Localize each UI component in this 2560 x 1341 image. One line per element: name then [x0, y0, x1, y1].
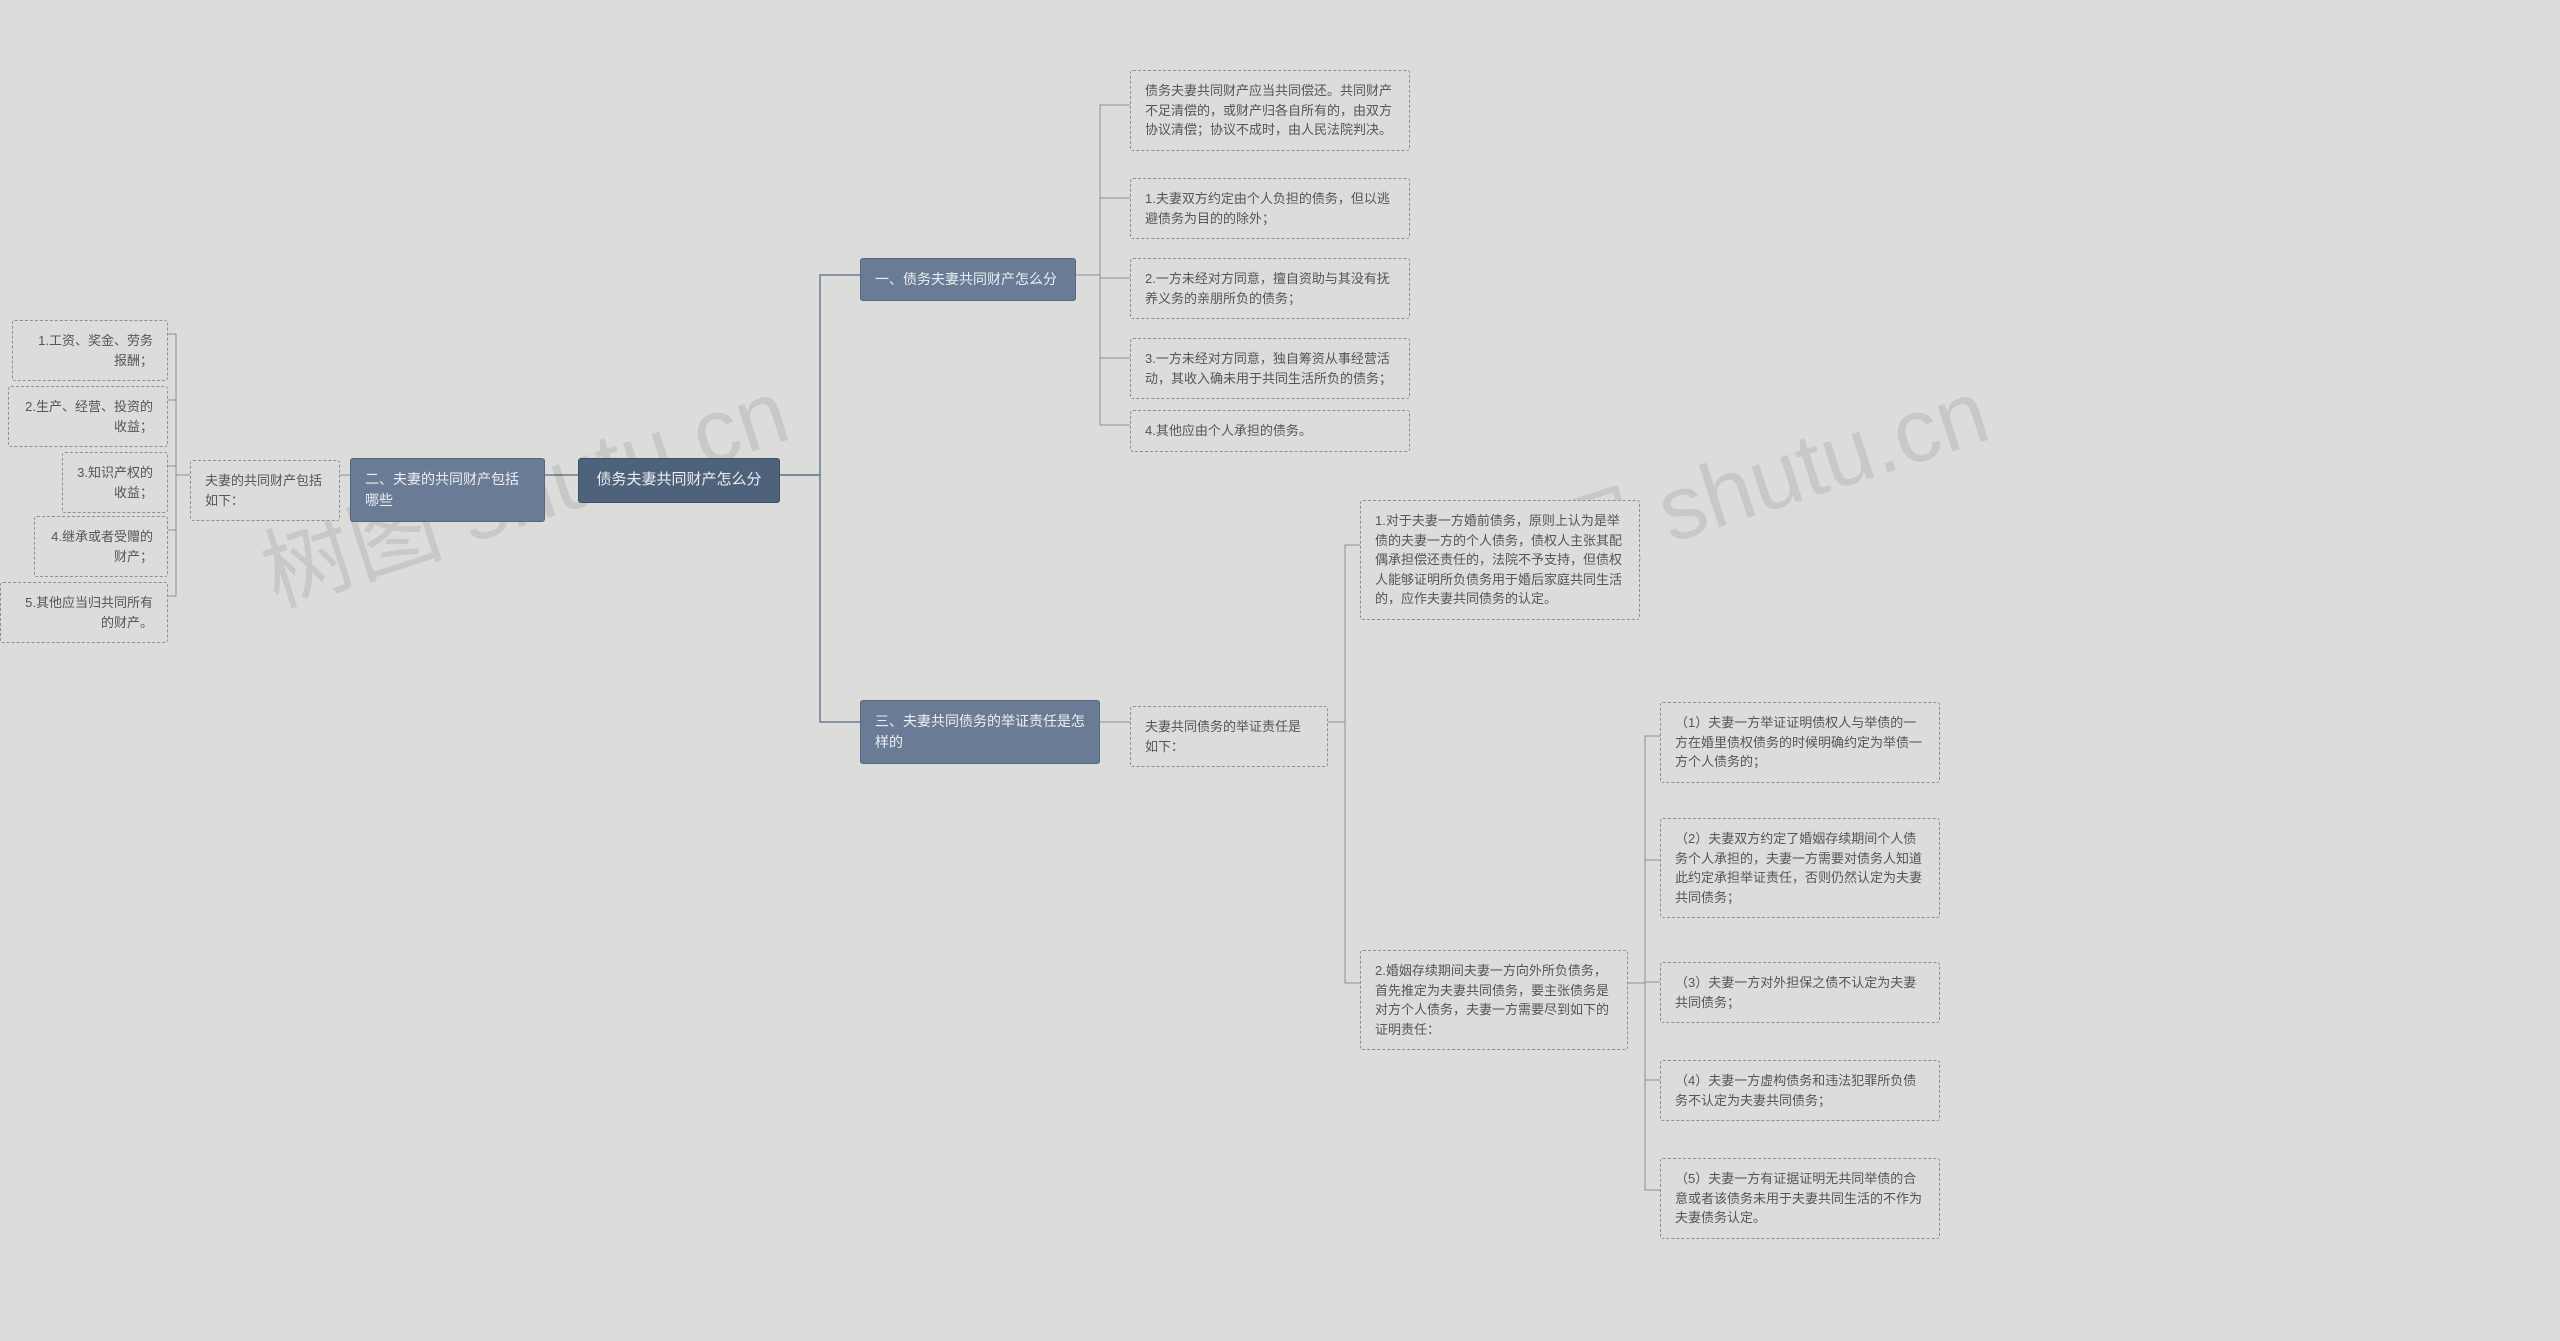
branch3-item-1: 2.婚姻存续期间夫妻一方向外所负债务，首先推定为夫妻共同债务，要主张债务是对方个…: [1360, 950, 1628, 1050]
branch-3[interactable]: 三、夫妻共同债务的举证责任是怎样的: [860, 700, 1100, 764]
branch3-sub2-2: （3）夫妻一方对外担保之债不认定为夫妻共同债务；: [1660, 962, 1940, 1023]
branch-2[interactable]: 二、夫妻的共同财产包括哪些: [350, 458, 545, 522]
branch2-item-2: 3.知识产权的收益；: [62, 452, 168, 513]
root-node[interactable]: 债务夫妻共同财产怎么分: [578, 458, 780, 503]
branch3-sub2-0: （1）夫妻一方举证证明债权人与举债的一方在婚里债权债务的时候明确约定为举债一方个…: [1660, 702, 1940, 783]
branch3-item-0: 1.对于夫妻一方婚前债务，原则上认为是举债的夫妻一方的个人债务，债权人主张其配偶…: [1360, 500, 1640, 620]
branch2-item-4: 5.其他应当归共同所有的财产。: [0, 582, 168, 643]
branch1-item-1: 1.夫妻双方约定由个人负担的债务，但以逃避债务为目的的除外；: [1130, 178, 1410, 239]
branch3-sub2-1: （2）夫妻双方约定了婚姻存续期间个人债务个人承担的，夫妻一方需要对债务人知道此约…: [1660, 818, 1940, 918]
branch1-item-3: 3.一方未经对方同意，独自筹资从事经营活动，其收入确未用于共同生活所负的债务；: [1130, 338, 1410, 399]
branch3-sub2-3: （4）夫妻一方虚构债务和违法犯罪所负债务不认定为夫妻共同债务；: [1660, 1060, 1940, 1121]
branch2-item-3: 4.继承或者受赠的财产；: [34, 516, 168, 577]
mindmap-canvas: 树图 shutu.cn 树图 shutu.cn 债务夫妻共同财产怎么分 一、债务…: [0, 0, 2560, 1341]
branch2-item-0: 1.工资、奖金、劳务报酬；: [12, 320, 168, 381]
branch1-item-4: 4.其他应由个人承担的债务。: [1130, 410, 1410, 452]
branch1-item-2: 2.一方未经对方同意，擅自资助与其没有抚养义务的亲朋所负的债务；: [1130, 258, 1410, 319]
branch3-sub2-4: （5）夫妻一方有证据证明无共同举债的合意或者该债务未用于夫妻共同生活的不作为夫妻…: [1660, 1158, 1940, 1239]
branch-1[interactable]: 一、债务夫妻共同财产怎么分: [860, 258, 1076, 301]
branch2-item-1: 2.生产、经营、投资的收益；: [8, 386, 168, 447]
branch2-sub: 夫妻的共同财产包括如下：: [190, 460, 340, 521]
branch1-item-0: 债务夫妻共同财产应当共同偿还。共同财产不足清偿的，或财产归各自所有的，由双方协议…: [1130, 70, 1410, 151]
branch3-sub: 夫妻共同债务的举证责任是如下：: [1130, 706, 1328, 767]
